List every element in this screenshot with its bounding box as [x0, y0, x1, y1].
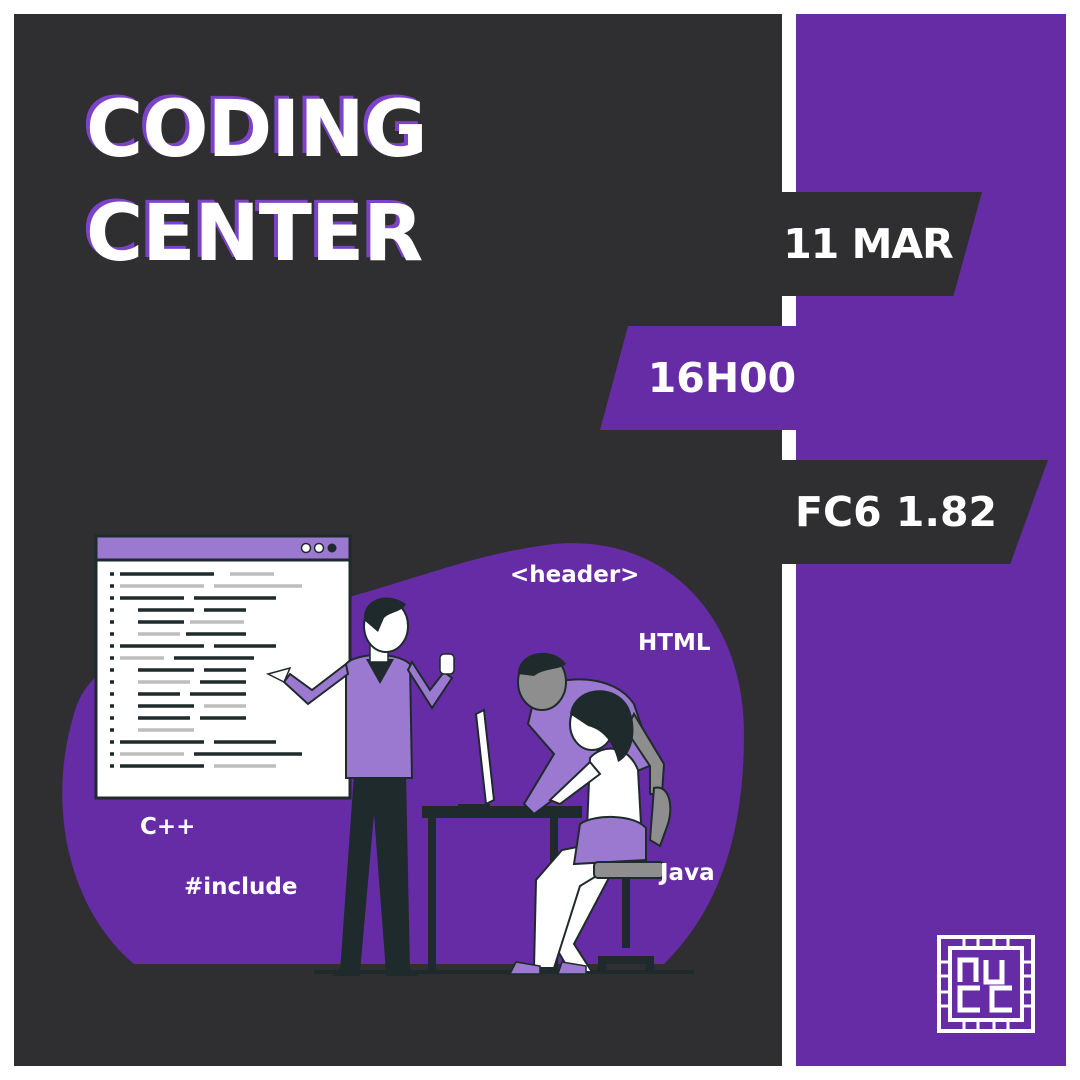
- chip-logo-icon: [937, 935, 1035, 1033]
- code-word-cpp: C++: [140, 814, 195, 840]
- coding-team-illustration: <header> HTML C++ #include Java: [62, 534, 745, 976]
- code-word-html: HTML: [638, 630, 711, 656]
- poster: CODING CENTER 11 MAR 16H00 FC6 1.82 <hea…: [14, 14, 1066, 1066]
- code-word-java: Java: [658, 860, 715, 886]
- code-word-header: <header>: [510, 562, 639, 588]
- window-dots-icon: [300, 542, 337, 554]
- code-word-include: #include: [184, 874, 297, 900]
- code-window-icon: [94, 534, 352, 800]
